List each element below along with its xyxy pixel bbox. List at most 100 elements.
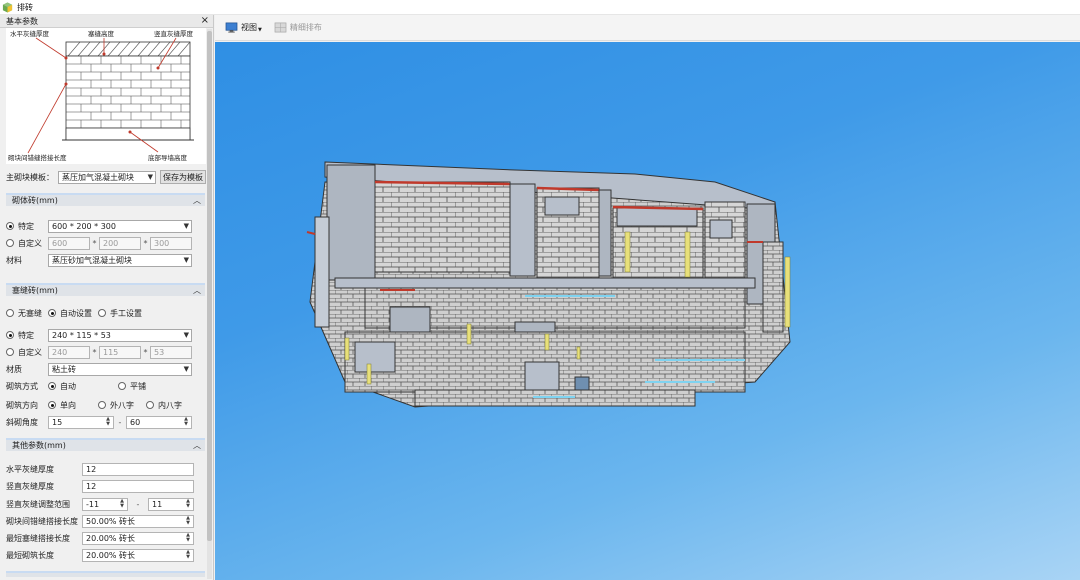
chevron-up-icon[interactable]: ︿	[193, 440, 201, 451]
main-block-row: 主砌块模板： 蒸压加气混凝土砌块 ▼ 保存为模板	[6, 170, 207, 184]
plug-width-input[interactable]: 115	[99, 345, 141, 359]
plug-direction-label: 砌筑方向	[6, 400, 38, 410]
block-material-select[interactable]: 蒸压砂加气混凝土砌块 ▼	[48, 253, 192, 267]
plug-custom-radio[interactable]	[6, 348, 14, 356]
plug-section-header[interactable]: 塞缝砖(mm) ︿	[6, 283, 205, 296]
horizontal-joint-label: 水平灰缝厚度	[6, 464, 54, 474]
plug-size-value: 240 * 115 * 53	[52, 330, 111, 340]
min-plug-overlap-value: 20.00% 砖长	[86, 533, 136, 543]
plug-direction-single-radio[interactable]	[48, 401, 56, 409]
vertical-joint-input[interactable]: 12	[82, 479, 194, 493]
plug-mode-auto-label: 自动设置	[60, 308, 92, 318]
plug-mode-auto-radio[interactable]	[48, 309, 56, 317]
main-block-select[interactable]: 蒸压加气混凝土砌块 ▼	[58, 170, 156, 184]
chevron-up-icon[interactable]: ︿	[193, 195, 201, 206]
stepper-arrows-icon[interactable]: ▲ ▼	[184, 498, 192, 510]
vertical-joint-row: 竖直灰缝厚度 12	[6, 479, 207, 493]
refine-layout-label: 精细排布	[289, 23, 322, 32]
horizontal-joint-row: 水平灰缝厚度 12	[6, 462, 207, 476]
block-specific-radio[interactable]	[6, 222, 14, 230]
plug-method-auto-radio[interactable]	[48, 382, 56, 390]
angle-from-stepper[interactable]: 15 ▲ ▼	[48, 415, 114, 429]
refine-layout-button[interactable]: 精细排布	[274, 22, 322, 33]
plug-direction-outer-label: 外八字	[110, 400, 134, 410]
vertical-range-from-stepper[interactable]: -11 ▲ ▼	[82, 497, 128, 511]
plug-material-select[interactable]: 粘土砖 ▼	[48, 362, 192, 376]
plug-size-select[interactable]: 240 * 115 * 53 ▼	[48, 328, 192, 342]
times-separator: *	[143, 238, 148, 248]
close-icon[interactable]: ×	[201, 16, 209, 26]
min-block-stepper[interactable]: 20.00% 砖长 ▲ ▼	[82, 548, 194, 562]
block-size-select[interactable]: 600 * 200 * 300 ▼	[48, 219, 192, 233]
grid-icon	[274, 22, 287, 33]
plug-length-input[interactable]: 240	[48, 345, 90, 359]
save-as-template-button[interactable]: 保存为模板	[160, 170, 206, 184]
angle-from-value: 15	[52, 417, 63, 427]
stepper-arrows-icon[interactable]: ▲ ▼	[184, 532, 192, 544]
dropdown-arrow-icon: ▼	[183, 364, 189, 373]
diagram-label-top-height: 塞缝高度	[88, 29, 115, 38]
chevron-up-icon[interactable]: ︿	[193, 285, 201, 296]
plug-direction-inner-label: 内八字	[158, 400, 182, 410]
toolbar: 视图 ▼ 精细排布	[215, 15, 1080, 41]
dropdown-arrow-icon: ▼	[183, 330, 189, 339]
plug-material-value: 粘土砖	[52, 364, 76, 374]
3d-viewport[interactable]	[215, 42, 1080, 580]
block-custom-radio[interactable]	[6, 239, 14, 247]
monitor-icon	[225, 22, 238, 33]
vertical-range-to-value: 11	[152, 499, 163, 509]
vertical-range-label: 竖直灰缝调整范围	[6, 499, 70, 509]
block-section-title: 砌体砖(mm)	[12, 196, 58, 205]
plug-direction-inner-radio[interactable]	[146, 401, 154, 409]
plug-method-row: 砌筑方式 自动 平铺	[6, 379, 207, 393]
plug-custom-label: 自定义	[18, 347, 42, 357]
plug-method-flat-radio[interactable]	[118, 382, 126, 390]
range-dash: -	[118, 417, 122, 427]
dropdown-arrow-icon: ▼	[183, 255, 189, 264]
vertical-joint-label: 竖直灰缝厚度	[6, 481, 54, 491]
plug-mode-none-label: 无塞缝	[18, 308, 42, 318]
stepper-arrows-icon[interactable]: ▲ ▼	[184, 515, 192, 527]
overlap-stepper[interactable]: 50.00% 砖长 ▲ ▼	[82, 514, 194, 528]
stepper-arrows-icon[interactable]: ▲ ▼	[182, 416, 190, 428]
panel-header: 基本参数 ×	[0, 15, 213, 28]
angle-to-stepper[interactable]: 60 ▲ ▼	[126, 415, 192, 429]
block-width-input[interactable]: 200	[99, 236, 141, 250]
plug-direction-outer-radio[interactable]	[98, 401, 106, 409]
stepper-arrows-icon[interactable]: ▲ ▼	[118, 498, 126, 510]
block-material-row: 材料 蒸压砂加气混凝土砌块 ▼	[6, 253, 207, 267]
panel-scrollbar[interactable]	[207, 29, 212, 579]
block-height-input[interactable]: 300	[150, 236, 192, 250]
stepper-arrows-icon[interactable]: ▲ ▼	[184, 549, 192, 561]
plug-material-row: 材质 粘土砖 ▼	[6, 362, 207, 376]
min-block-row: 最短砌筑长度 20.00% 砖长 ▲ ▼	[6, 548, 207, 562]
min-block-value: 20.00% 砖长	[86, 550, 136, 560]
plug-specific-radio[interactable]	[6, 331, 14, 339]
dropdown-arrow-icon: ▼	[183, 221, 189, 230]
min-plug-overlap-stepper[interactable]: 20.00% 砖长 ▲ ▼	[82, 531, 194, 545]
next-section-header[interactable]	[6, 571, 205, 577]
overlap-row: 砌块间错缝搭接长度 50.00% 砖长 ▲ ▼	[6, 514, 207, 528]
plug-method-auto-label: 自动	[60, 381, 76, 391]
plug-mode-none-radio[interactable]	[6, 309, 14, 317]
diagram-label-min-overlap: 砌块间错缝搭接长度	[8, 153, 67, 162]
panel-title: 基本参数	[6, 16, 38, 26]
view-button[interactable]: 视图 ▼	[225, 22, 262, 33]
plug-height-input[interactable]: 53	[150, 345, 192, 359]
plug-angle-row: 斜砌角度 15 ▲ ▼ - 60 ▲ ▼	[6, 415, 207, 429]
building-model[interactable]	[215, 42, 1080, 580]
scrollbar-thumb[interactable]	[207, 31, 212, 541]
block-section-header[interactable]: 砌体砖(mm) ︿	[6, 193, 205, 206]
dropdown-arrow-icon: ▼	[147, 172, 153, 181]
block-length-input[interactable]: 600	[48, 236, 90, 250]
dropdown-arrow-icon: ▼	[258, 27, 262, 33]
min-block-label: 最短砌筑长度	[6, 550, 54, 560]
plug-mode-manual-radio[interactable]	[98, 309, 106, 317]
vertical-range-to-stepper[interactable]: 11 ▲ ▼	[148, 497, 194, 511]
horizontal-joint-input[interactable]: 12	[82, 462, 194, 476]
vertical-range-from-value: -11	[86, 499, 100, 509]
other-section-header[interactable]: 其他参数(mm) ︿	[6, 438, 205, 451]
stepper-arrows-icon[interactable]: ▲ ▼	[104, 416, 112, 428]
plug-method-flat-label: 平铺	[130, 381, 146, 391]
block-specific-label: 特定	[18, 221, 34, 231]
